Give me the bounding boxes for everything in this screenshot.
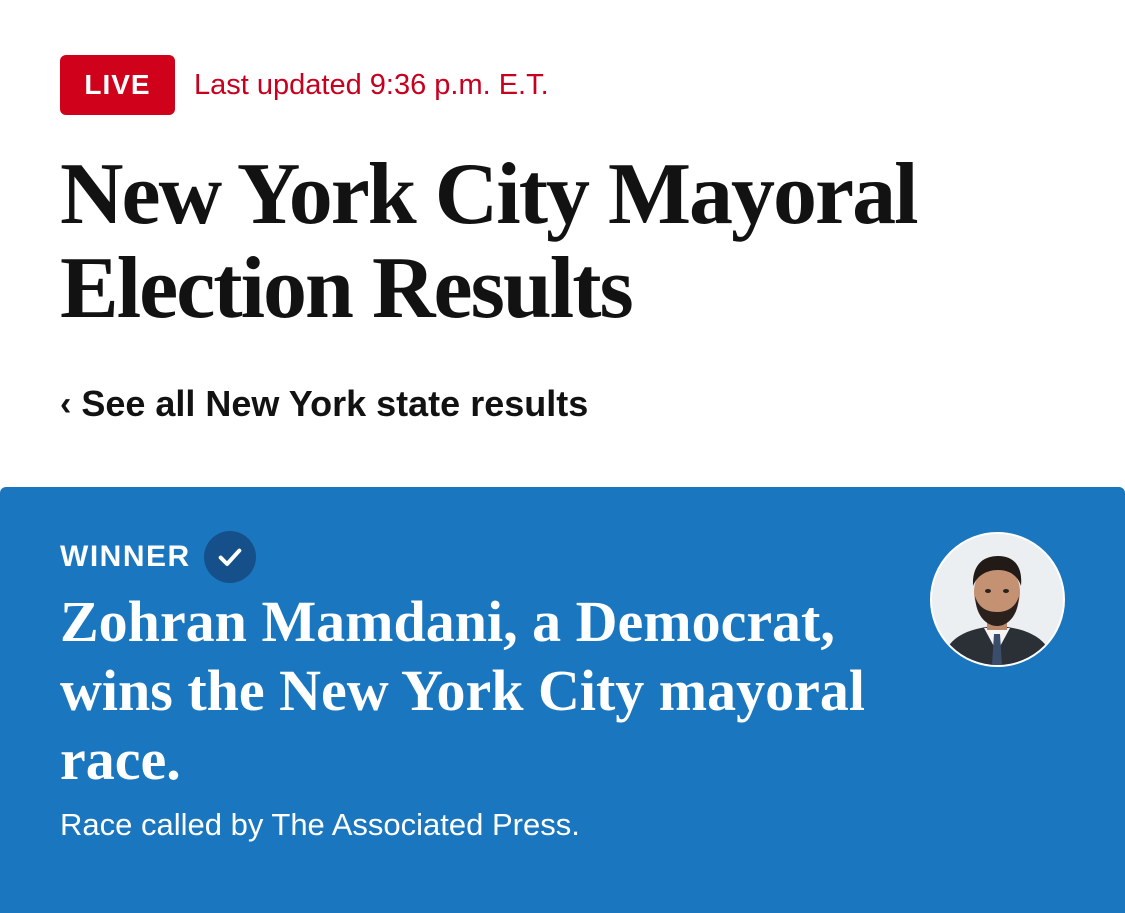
race-called-text: Race called by The Associated Press.: [60, 807, 580, 842]
winner-panel: WINNER Zohran Mamdani, a Democrat, wins …: [0, 487, 1125, 913]
see-all-state-results-label: See all New York state results: [81, 383, 589, 424]
winner-label: WINNER: [60, 540, 191, 573]
last-updated-text: Last updated 9:36 p.m. E.T.: [194, 68, 549, 101]
avatar: [930, 532, 1065, 667]
candidate-portrait-image: [932, 534, 1063, 665]
live-status-row: LIVE Last updated 9:36 p.m. E.T.: [60, 55, 549, 115]
check-circle-icon: [203, 531, 256, 583]
chevron-left-icon: ‹: [60, 385, 72, 423]
see-all-state-results-link[interactable]: ‹ See all New York state results: [60, 382, 588, 426]
winner-headline: Zohran Mamdani, a Democrat, wins the New…: [60, 589, 865, 792]
live-badge: LIVE: [60, 55, 175, 115]
page-title: New York City Mayoral Election Results: [60, 146, 919, 337]
winner-label-row: WINNER: [60, 531, 256, 583]
